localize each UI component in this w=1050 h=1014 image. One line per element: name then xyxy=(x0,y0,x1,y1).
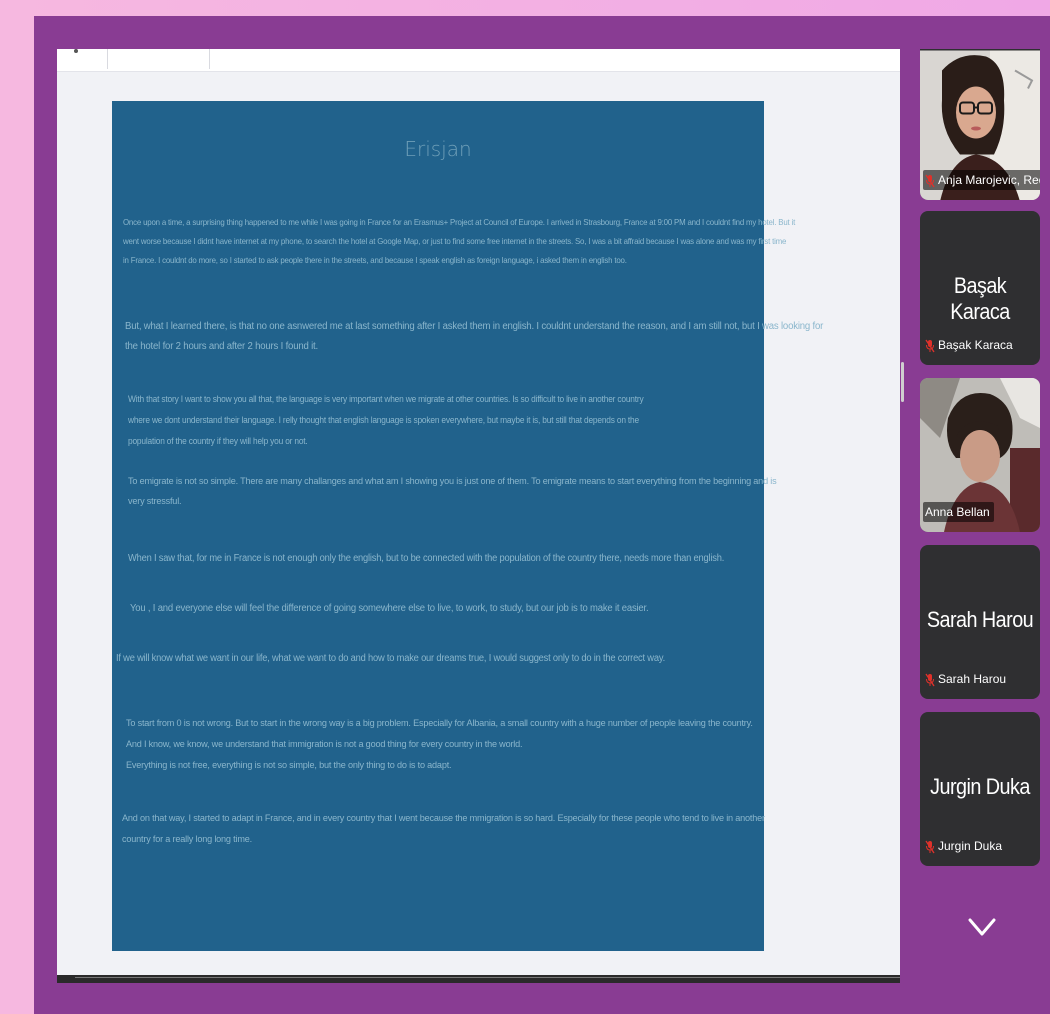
participant-tile-jurgin[interactable]: Jurgin Duka Jurgin Duka xyxy=(920,712,1040,866)
participant-name-label: Anja Marojevic, Redial xyxy=(923,170,1040,190)
paragraph-6: You , I and everyone else will feel the … xyxy=(130,599,729,619)
shared-app-toolbar xyxy=(57,49,900,72)
participant-name: Sarah Harou xyxy=(938,672,1007,686)
divider xyxy=(75,977,900,978)
text-line: To emigrate is not so simple. There are … xyxy=(128,476,777,487)
paragraph-3: With that story I want to show you all t… xyxy=(128,389,698,452)
paragraph-7: If we will know what we want in our life… xyxy=(116,649,724,669)
participant-tile-basak[interactable]: Başak Karaca Başak Karaca xyxy=(920,211,1040,365)
paragraph-9: And on that way, I started to adapt in F… xyxy=(122,808,765,850)
participant-display-name: Başak Karaca xyxy=(950,273,1010,324)
text-line: To start from 0 is not wrong. But to sta… xyxy=(126,718,753,729)
paragraph-5: When I saw that, for me in France is not… xyxy=(128,549,727,569)
participant-tile-sarah[interactable]: Sarah Harou Sarah Harou xyxy=(920,545,1040,699)
mic-muted-icon xyxy=(925,840,935,854)
mic-muted-icon xyxy=(925,174,935,188)
mic-muted-icon xyxy=(925,339,935,353)
text-line: With that story I want to show you all t… xyxy=(128,394,644,404)
participant-name: Jurgin Duka xyxy=(938,839,1003,853)
toolbar-divider xyxy=(107,49,108,69)
toolbar-icon[interactable] xyxy=(74,49,78,53)
text-line: Everything is not free, everything is no… xyxy=(126,760,452,771)
text-line: But, what I learned there, is that no on… xyxy=(125,321,824,332)
participant-name: Başak Karaca xyxy=(938,338,1013,352)
participant-name-label: Başak Karaca xyxy=(923,335,1017,355)
text-line: the hotel for 2 hours and after 2 hours … xyxy=(125,341,319,352)
shared-screen-bottom-edge xyxy=(57,975,900,983)
panel-resize-handle[interactable] xyxy=(901,362,904,402)
text-line: Once upon a time, a surprising thing hap… xyxy=(123,217,796,227)
text-line: country for a really long long time. xyxy=(122,834,252,845)
paragraph-4: To emigrate is not so simple. There are … xyxy=(128,472,777,512)
text-line: And I know, we know, we understand that … xyxy=(126,739,523,750)
slide-page: Erisjan Once upon a time, a surprising t… xyxy=(112,101,824,951)
text-line: You , I and everyone else will feel the … xyxy=(130,603,649,614)
participant-display-name: Jurgin Duka xyxy=(930,774,1030,799)
participant-display-name: Sarah Harou xyxy=(926,607,1034,632)
text-line: very stressful. xyxy=(128,496,182,507)
text-line: where we dont understand their language.… xyxy=(128,415,639,425)
participant-name: Anna Bellan xyxy=(925,505,990,519)
toolbar-divider xyxy=(209,49,210,69)
participant-name-label: Sarah Harou xyxy=(923,669,1010,689)
participant-name: Anja Marojevic, Redial xyxy=(938,173,1040,187)
text-line: went worse because I didnt have internet… xyxy=(123,236,787,246)
paragraph-1: Once upon a time, a surprising thing hap… xyxy=(123,213,796,270)
participant-tile-anja[interactable]: Anja Marojevic, Redial xyxy=(920,49,1040,200)
text-line: And on that way, I started to adapt in F… xyxy=(122,813,765,824)
text-line: When I saw that, for me in France is not… xyxy=(128,553,725,564)
participant-name-label: Anna Bellan xyxy=(923,502,994,522)
mic-muted-icon xyxy=(925,673,935,687)
text-line: population of the country if they will h… xyxy=(128,436,308,446)
chevron-down-icon[interactable] xyxy=(964,912,1000,942)
participant-name-label: Jurgin Duka xyxy=(923,836,1006,856)
text-line: in France. I couldnt do more, so I start… xyxy=(123,255,627,265)
participant-tile-anna[interactable]: Anna Bellan xyxy=(920,378,1040,532)
text-line: If we will know what we want in our life… xyxy=(116,653,666,664)
paragraph-8: To start from 0 is not wrong. But to sta… xyxy=(126,713,753,776)
paragraph-2: But, what I learned there, is that no on… xyxy=(125,317,824,357)
slide-title: Erisjan xyxy=(404,137,472,161)
